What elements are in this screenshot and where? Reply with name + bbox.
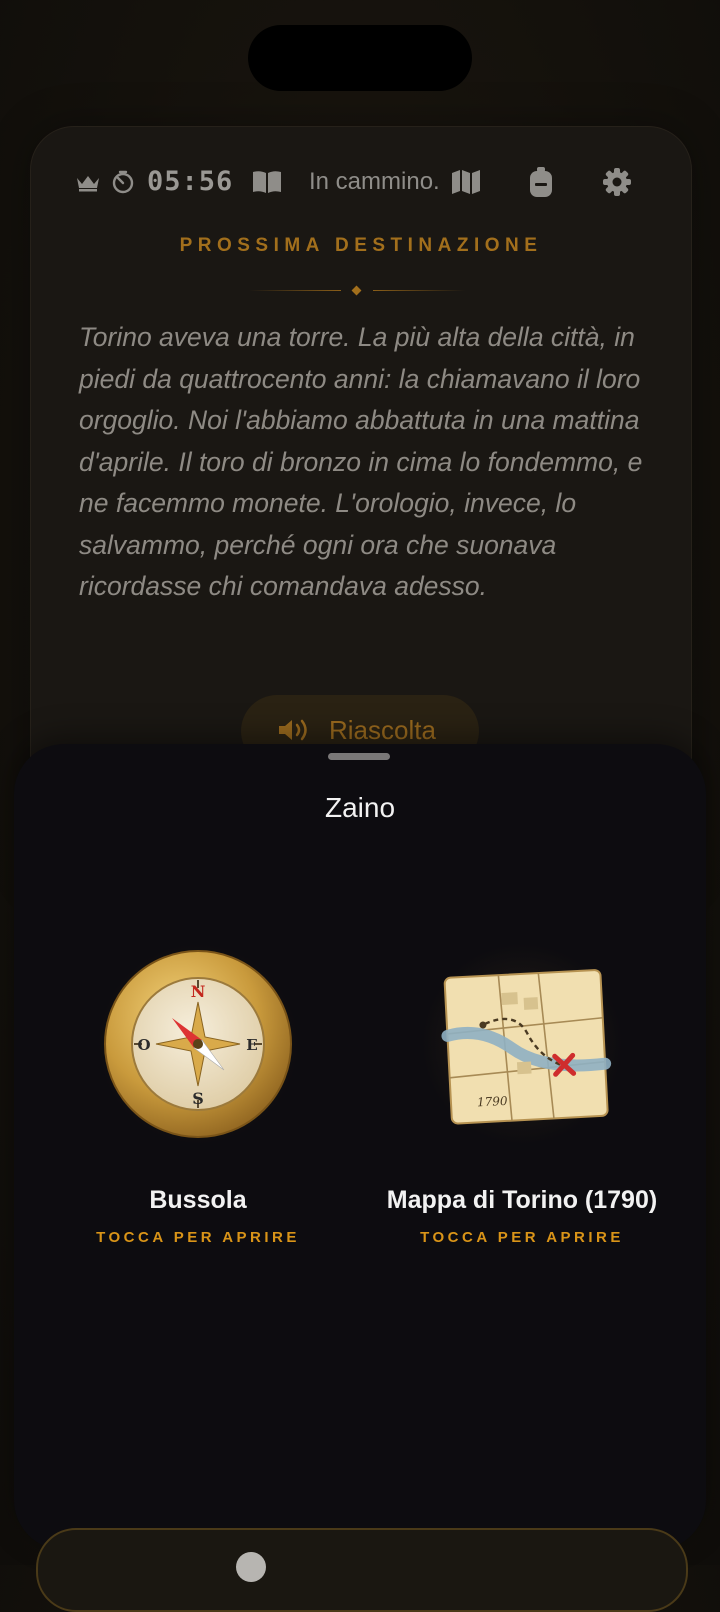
backpack-sheet: Zaino N S E O Bussola TOCCA PER APRIRE 1… xyxy=(14,744,706,1550)
inventory-item-map[interactable]: 1790 Mappa di Torino (1790) TOCCA PER AP… xyxy=(360,934,684,1264)
bottom-bar-icon xyxy=(236,1552,266,1582)
speaker-icon xyxy=(279,719,307,741)
section-eyebrow: PROSSIMA DESTINAZIONE xyxy=(179,235,543,256)
book-icon[interactable] xyxy=(251,169,283,195)
compass-icon: N S E O xyxy=(98,944,298,1144)
sheet-grabber[interactable] xyxy=(328,753,390,760)
status-bar: 05:56 In cammino. xyxy=(31,165,691,199)
map-year-label: 1790 xyxy=(477,1094,509,1110)
settings-gear-icon[interactable] xyxy=(603,168,631,196)
inventory-item-compass[interactable]: N S E O Bussola TOCCA PER APRIRE xyxy=(36,934,360,1264)
treasure-map-icon: 1790 xyxy=(422,944,622,1144)
bottom-action-bar[interactable] xyxy=(36,1528,688,1612)
sheet-title: Zaino xyxy=(324,792,396,823)
compass-n-label: N xyxy=(191,982,206,1001)
item-hint: TOCCA PER APRIRE xyxy=(96,1229,300,1246)
journey-status: In cammino. xyxy=(309,168,440,195)
dynamic-island xyxy=(248,25,472,91)
crown-icon xyxy=(77,176,99,192)
ornament-divider xyxy=(249,285,465,297)
timer-icon xyxy=(112,170,134,194)
item-hint: TOCCA PER APRIRE xyxy=(420,1229,624,1246)
compass-e-label: E xyxy=(246,1036,257,1054)
compass-o-label: O xyxy=(137,1036,150,1054)
item-name: Mappa di Torino (1790) xyxy=(386,1186,658,1214)
item-name: Bussola xyxy=(149,1186,247,1214)
timer-display: 05:56 xyxy=(147,166,234,197)
backpack-icon[interactable] xyxy=(529,166,553,198)
story-text: Torino aveva una torre. La più alta dell… xyxy=(79,322,643,601)
compass-s-label: S xyxy=(192,1089,204,1108)
map-icon[interactable] xyxy=(451,169,481,195)
replay-label: Riascolta xyxy=(329,715,436,745)
